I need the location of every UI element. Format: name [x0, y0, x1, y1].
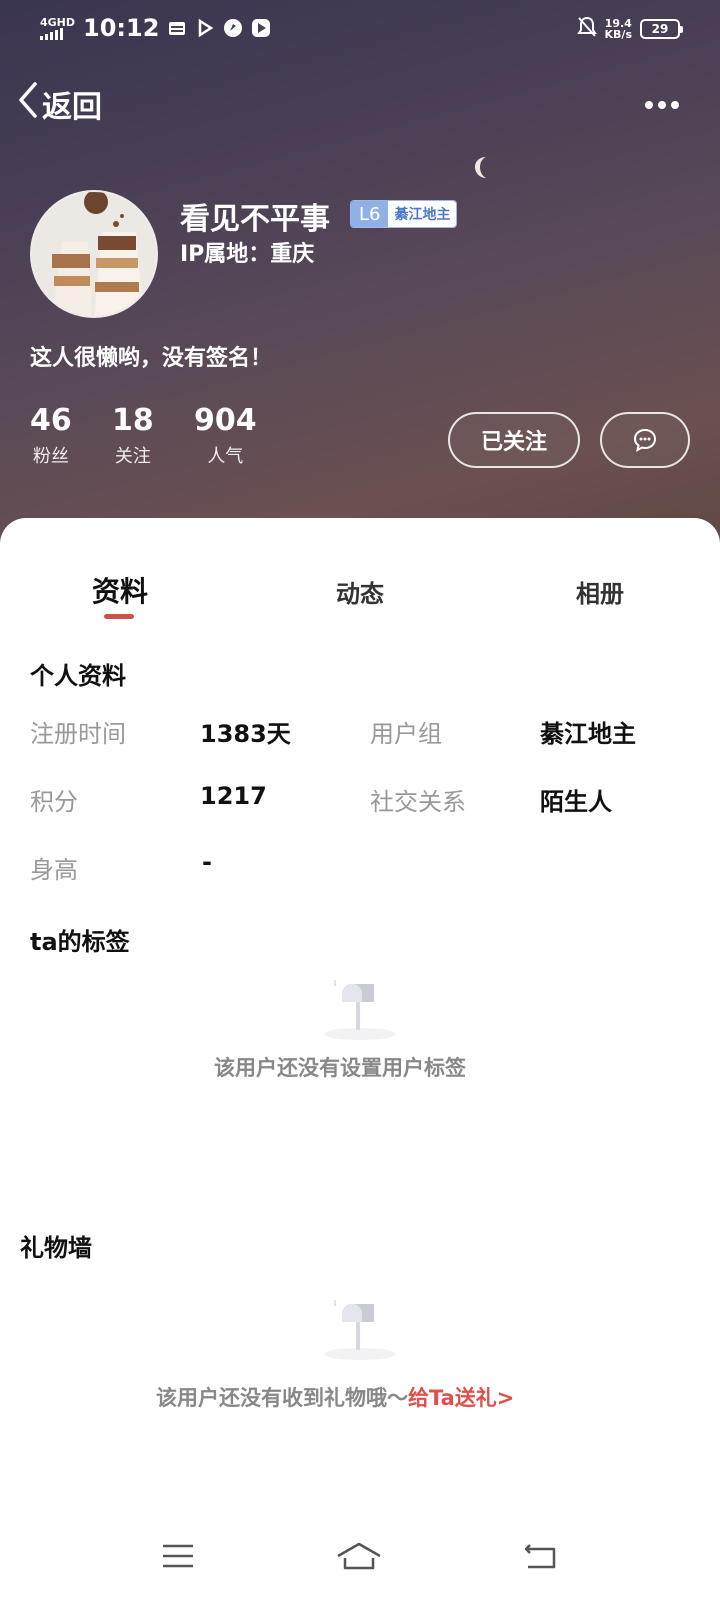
user-group-label: 用户组: [370, 720, 442, 748]
signature: 这人很懒哟，没有签名！: [30, 346, 273, 371]
avatar[interactable]: [30, 190, 158, 318]
level-badge: L6 綦江地主: [350, 200, 458, 228]
stat-following[interactable]: 18 关注: [112, 404, 154, 468]
battery-level: 29: [651, 22, 669, 36]
profile-header: 4GHD 10:12 19.4 KB/s 29 返回 看见不平事 L6 綦江地主…: [0, 0, 720, 560]
height-value: -: [202, 848, 212, 876]
chat-bubble-icon: [633, 428, 657, 452]
battery-icon: 29: [640, 19, 683, 39]
user-group-value: 綦江地主: [540, 720, 636, 748]
more-dots-icon: [645, 101, 679, 109]
more-menu-button[interactable]: [644, 86, 680, 116]
gift-empty-message: 该用户还没有收到礼物哦～给Ta送礼>: [156, 1382, 514, 1412]
gift-empty-text: 该用户还没有收到礼物哦～: [156, 1386, 408, 1410]
gift-wall-title: 礼物墙: [20, 1234, 92, 1262]
height-label: 身高: [30, 856, 78, 884]
back-nav-button[interactable]: [520, 1536, 560, 1576]
speed-unit: KB/s: [604, 28, 632, 41]
menu-icon: [163, 1544, 193, 1568]
level-number: L6: [351, 201, 389, 227]
signal-icon: [40, 27, 75, 40]
personal-info-title: 个人资料: [30, 662, 126, 690]
avatar-image: [32, 192, 156, 316]
mute-icon: [576, 16, 597, 42]
ip-location: IP属地：重庆: [180, 242, 315, 267]
recent-apps-button[interactable]: [160, 1536, 196, 1576]
network-type: 4GHD: [40, 15, 76, 29]
social-relation-value: 陌生人: [540, 788, 612, 816]
stat-label: 人气: [207, 446, 244, 467]
clock: 10:12: [83, 14, 160, 42]
stat-value: 46: [30, 403, 72, 438]
register-time-value: 1383天: [200, 720, 291, 748]
tab-bar: 资料 动态 相册: [0, 570, 720, 620]
following-button[interactable]: 已关注: [448, 412, 580, 468]
stat-value: 904: [194, 403, 257, 438]
tags-empty-text: 该用户还没有设置用户标签: [214, 1056, 466, 1080]
stat-label: 粉丝: [32, 446, 69, 467]
back-label: 返回: [42, 90, 102, 125]
mailbox-icon: [324, 980, 396, 1040]
status-bar: 4GHD 10:12 19.4 KB/s 29: [0, 0, 720, 56]
mailbox-icon: [324, 1300, 396, 1360]
points-value: 1217: [200, 782, 267, 810]
calendar-icon: [167, 18, 187, 38]
return-icon: [524, 1544, 556, 1569]
stat-value: 18: [112, 403, 154, 438]
message-button[interactable]: [600, 412, 690, 468]
send-gift-link[interactable]: 给Ta送礼>: [408, 1386, 514, 1410]
active-tab-indicator: [104, 614, 134, 619]
play-icon: [195, 18, 215, 38]
home-icon: [337, 1542, 381, 1570]
moon-decoration-icon: [475, 157, 486, 178]
stat-fans[interactable]: 46 粉丝: [30, 404, 72, 468]
chevron-left-icon: [18, 82, 38, 126]
tab-profile[interactable]: 资料: [92, 570, 148, 610]
stat-popularity: 904 人气: [194, 404, 257, 468]
tags-title: ta的标签: [30, 928, 130, 956]
media-icon: [251, 18, 271, 38]
points-label: 积分: [30, 788, 78, 816]
network-speed: 19.4 KB/s: [605, 18, 632, 40]
back-button[interactable]: 返回: [18, 82, 102, 126]
tab-activity[interactable]: 动态: [336, 574, 384, 609]
stat-label: 关注: [114, 446, 151, 467]
network-indicator: 4GHD: [40, 17, 75, 40]
social-relation-label: 社交关系: [370, 788, 466, 816]
register-time-label: 注册时间: [30, 720, 126, 748]
level-title: 綦江地主: [388, 201, 457, 227]
tab-album[interactable]: 相册: [576, 574, 624, 609]
home-button[interactable]: [334, 1536, 384, 1576]
compass-icon: [223, 18, 243, 38]
username: 看见不平事: [180, 202, 330, 237]
